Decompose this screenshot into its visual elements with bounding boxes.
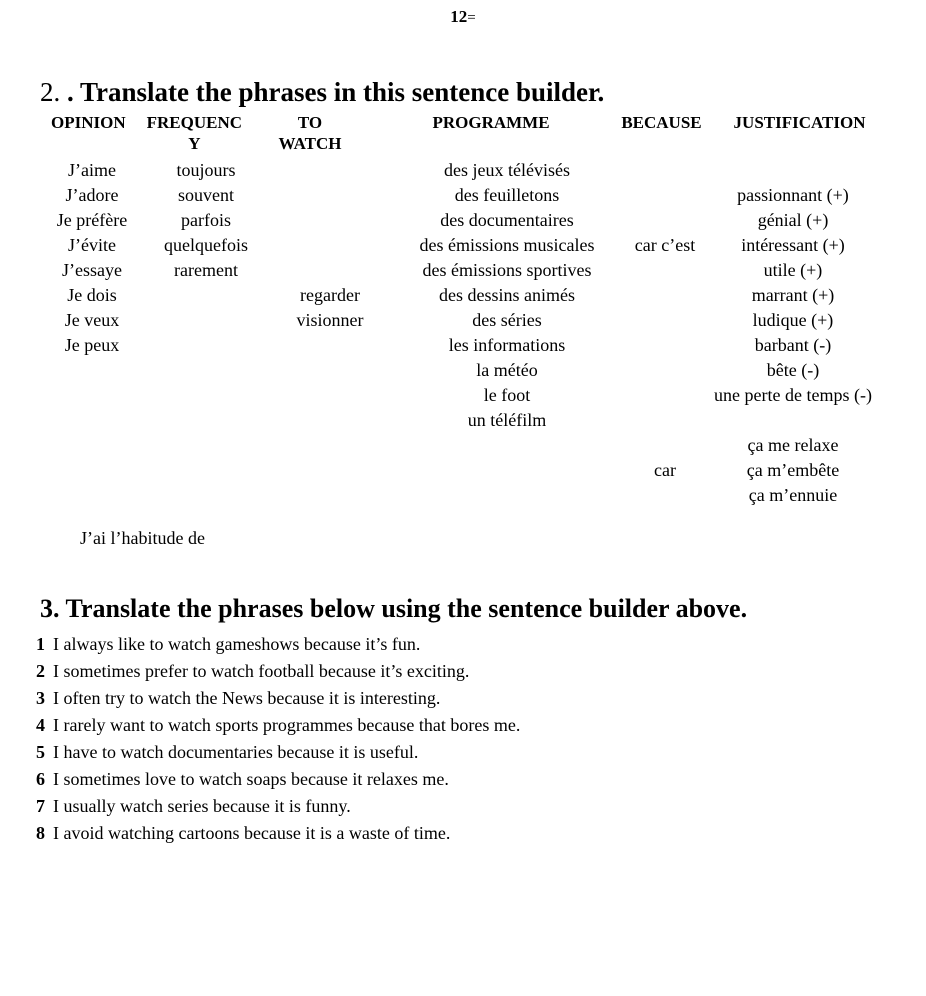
translate-item-number: 5 <box>36 742 45 762</box>
builder-cell: regarder <box>300 285 360 305</box>
section-3-number: 3. <box>40 594 66 623</box>
translate-list-item: 1 I always like to watch gameshows becaus… <box>36 631 556 658</box>
page-header: 12= <box>0 6 926 29</box>
builder-cell: des émissions musicales <box>419 235 595 255</box>
translate-item-text: I sometimes prefer to watch football bec… <box>53 661 470 681</box>
page-equals-mark: = <box>467 10 476 26</box>
builder-cell: Je peux <box>64 335 120 355</box>
builder-cell: le foot <box>483 385 531 405</box>
builder-cell: des séries <box>472 310 542 330</box>
builder-cell: des documentaires <box>440 210 574 230</box>
section-2-number: 2. <box>40 77 67 107</box>
builder-cell: la météo <box>476 360 538 380</box>
builder-cell: quelquefois <box>164 235 248 255</box>
translate-item-text: I rarely want to watch sports programmes… <box>53 715 521 735</box>
column-header-programme: PROGRAMME <box>432 113 550 132</box>
translate-item-number: 1 <box>36 634 45 654</box>
builder-cell: Je veux <box>64 310 120 330</box>
translate-item-text: I avoid watching cartoons because it is … <box>53 823 451 843</box>
translate-list-item: 7 I usually watch series because it is fu… <box>36 793 556 820</box>
column-header-frequency: FREQUENC Y <box>146 113 243 153</box>
builder-cell: des dessins animés <box>439 285 575 305</box>
builder-cell: un téléfilm <box>467 410 547 430</box>
builder-cell: visionner <box>296 310 364 330</box>
column-opinion: J’aime J’adore Je préfère J’évite J’essaye Je… <box>40 158 144 358</box>
column-programme: des jeux télévisés des feuilletons des doc… <box>392 158 622 433</box>
sentence-builder-table: OPINION FREQUENC Y TO WATCH PROGRAMME BECA… <box>40 112 886 505</box>
translate-list-item: 6 I sometimes love to watch soaps because… <box>36 766 556 793</box>
column-frequency: toujours souvent parfois quelquefois raremen… <box>144 158 268 283</box>
builder-cell: souvent <box>178 185 234 205</box>
translate-item-number: 3 <box>36 688 45 708</box>
column-to-watch: regarder visionner <box>274 158 386 333</box>
builder-cell: ça m’embête <box>746 460 840 480</box>
translate-list: 1 I always like to watch gameshows becaus… <box>36 631 556 847</box>
builder-cell: J’essaye <box>62 260 122 280</box>
column-header-opinion: OPINION <box>51 113 126 132</box>
translate-item-text: I have to watch documentaries because it… <box>53 742 419 762</box>
builder-cell: J’adore <box>65 185 119 205</box>
builder-cell: des jeux télévisés <box>444 160 570 180</box>
builder-cell: ça me relaxe <box>747 435 839 455</box>
translate-list-item: 5 I have to watch documentaries because i… <box>36 739 556 766</box>
column-header-justification: JUSTIFICATION <box>733 113 866 132</box>
builder-cell: les informations <box>448 335 566 355</box>
builder-cell: ça m’ennuie <box>748 485 838 505</box>
builder-cell: Je dois <box>67 285 117 305</box>
translate-item-number: 4 <box>36 715 45 735</box>
habit-phrase: J’ai l’habitude de <box>80 528 205 548</box>
builder-cell: des émissions sportives <box>422 260 592 280</box>
translate-item-text: I often try to watch the News because it… <box>53 688 441 708</box>
translate-list-item: 3 I often try to watch the News because i… <box>36 685 556 712</box>
translate-item-number: 7 <box>36 796 45 816</box>
section-2-heading: 2. . Translate the phrases in this sente… <box>40 76 604 108</box>
page-number: 12 <box>450 7 468 26</box>
column-header-to-watch: TO WATCH <box>278 113 342 153</box>
builder-cell: J’évite <box>68 235 116 255</box>
translate-item-text: I usually watch series because it is fun… <box>53 796 351 816</box>
translate-item-number: 8 <box>36 823 45 843</box>
builder-cell: toujours <box>176 160 236 180</box>
builder-cell: parfois <box>181 210 231 230</box>
translate-list-item: 8 I avoid watching cartoons because it is… <box>36 820 556 847</box>
section-2-title: . Translate the phrases in this sentence… <box>67 77 605 107</box>
translate-item-number: 6 <box>36 769 45 789</box>
translate-item-text: I always like to watch gameshows because… <box>53 634 421 654</box>
section-3-heading: 3. Translate the phrases below using the… <box>40 593 747 625</box>
sentence-builder-header-row: OPINION FREQUENC Y TO WATCH PROGRAMME BECA… <box>40 112 886 154</box>
translate-item-number: 2 <box>36 661 45 681</box>
builder-cell: J’aime <box>68 160 116 180</box>
section-3-title: Translate the phrases below using the se… <box>65 594 748 623</box>
builder-cell: Je préfère <box>56 210 128 230</box>
column-justification-lower: ça me relaxe ça m’embête ça m’ennuie <box>700 158 886 508</box>
translate-list-item: 4 I rarely want to watch sports programme… <box>36 712 556 739</box>
builder-cell: des feuilletons <box>454 185 560 205</box>
builder-cell: rarement <box>174 260 238 280</box>
translate-item-text: I sometimes love to watch soaps because … <box>53 769 449 789</box>
column-header-because: BECAUSE <box>621 113 702 132</box>
translate-list-item: 2 I sometimes prefer to watch football be… <box>36 658 556 685</box>
